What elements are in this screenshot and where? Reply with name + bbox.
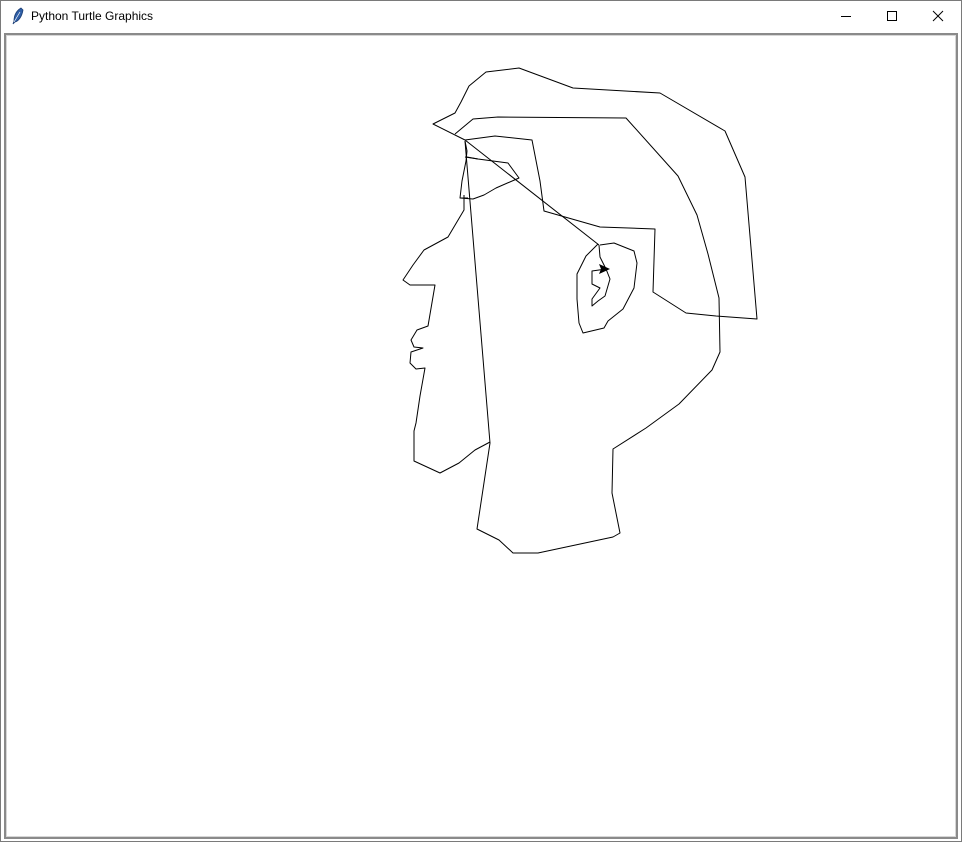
turtle-canvas[interactable]	[8, 37, 956, 837]
ear-outline	[591, 244, 611, 307]
minimize-icon	[841, 16, 851, 17]
feather-icon	[12, 7, 24, 25]
maximize-button[interactable]	[869, 1, 915, 31]
canvas-frame	[4, 33, 958, 839]
hair-outline	[432, 67, 758, 320]
turtle-window: Python Turtle Graphics	[0, 0, 962, 842]
close-button[interactable]	[915, 1, 961, 31]
maximize-icon	[887, 11, 897, 21]
hair-inner-line	[454, 116, 721, 554]
window-title: Python Turtle Graphics	[31, 9, 154, 23]
turtle-drawing	[402, 67, 758, 554]
brow-to-ear-line	[464, 139, 600, 246]
minimize-button[interactable]	[823, 1, 869, 31]
face-profile	[402, 195, 491, 474]
title-bar[interactable]: Python Turtle Graphics	[1, 1, 961, 32]
close-icon	[932, 10, 944, 22]
